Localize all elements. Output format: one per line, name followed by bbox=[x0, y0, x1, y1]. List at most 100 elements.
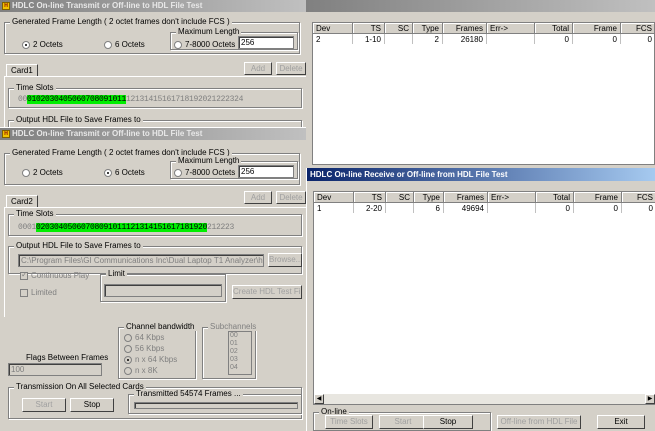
title-bar[interactable]: HDLC On-line Receive or Off-line from HD… bbox=[307, 168, 655, 181]
radio-6-octets[interactable]: 6 Octets bbox=[104, 168, 145, 177]
title-bar[interactable] bbox=[306, 0, 655, 12]
group-title: Maximum Length bbox=[176, 156, 242, 165]
table-cell: 1-10 bbox=[353, 34, 385, 44]
delete-button[interactable]: Delete bbox=[276, 191, 306, 204]
continuous-play-checkbox[interactable]: Continuous Play bbox=[20, 270, 89, 280]
radio-nx64kbps[interactable]: n x 64 Kbps bbox=[124, 355, 177, 364]
receive-table[interactable]: Dev TS SC Type Frames Err-> Total Frame … bbox=[313, 191, 655, 405]
table-header: Dev TS SC Type Frames Err-> Total Frame … bbox=[313, 23, 654, 34]
table-row[interactable]: 1 2-20 6 49694 0 0 0 bbox=[314, 203, 655, 213]
table-cell: 0 bbox=[536, 203, 574, 213]
radio-2-octets[interactable]: 2 Octets bbox=[22, 40, 63, 49]
radio-max-octets[interactable]: 7-8000 Octets bbox=[174, 168, 235, 177]
header-cell[interactable]: SC bbox=[386, 192, 414, 203]
time-slots-selector[interactable]: 0001020304050607080910111213141516171819… bbox=[18, 95, 243, 105]
limited-checkbox[interactable]: Limited bbox=[20, 288, 57, 297]
app-icon: H bbox=[2, 130, 10, 138]
add-button[interactable]: Add bbox=[244, 62, 272, 75]
horizontal-scrollbar[interactable]: ◀ ▶ bbox=[314, 394, 655, 404]
header-cell[interactable]: TS bbox=[353, 23, 385, 34]
table-cell: 2 bbox=[313, 34, 353, 44]
selected-slots: 0102030405060708091011 bbox=[27, 95, 127, 104]
radio-label: 6 Octets bbox=[115, 168, 145, 177]
tab-card2[interactable]: Card2 bbox=[6, 195, 38, 207]
scroll-right-icon[interactable]: ▶ bbox=[645, 394, 655, 404]
list-item[interactable]: 00 bbox=[230, 332, 251, 340]
radio-2-octets[interactable]: 2 Octets bbox=[22, 168, 63, 177]
list-item[interactable]: 04 bbox=[230, 364, 251, 372]
app-icon: H bbox=[2, 2, 10, 10]
max-length-input[interactable]: 256 bbox=[238, 165, 294, 178]
radio-nx8k[interactable]: n x 8K bbox=[124, 366, 158, 375]
table-cell bbox=[385, 34, 413, 44]
header-cell[interactable]: Dev bbox=[314, 192, 354, 203]
delete-button[interactable]: Delete bbox=[276, 62, 306, 75]
add-button[interactable]: Add bbox=[244, 191, 272, 204]
transmit-window-1: H HDLC On-line Transmit or Off-line to H… bbox=[0, 0, 306, 128]
header-cell[interactable]: Err-> bbox=[487, 23, 535, 34]
list-item[interactable]: 01 bbox=[230, 340, 251, 348]
header-cell[interactable]: Frame bbox=[574, 192, 622, 203]
group-title: Limit bbox=[106, 269, 127, 278]
unselected-slots: 12131415161718192021222324 bbox=[126, 95, 244, 104]
radio-dot-icon bbox=[22, 168, 30, 177]
table-cell: 0 bbox=[621, 34, 654, 44]
stop-button[interactable]: Stop bbox=[70, 398, 114, 412]
radio-dot-icon bbox=[174, 40, 182, 49]
tab-card1[interactable]: Card1 bbox=[6, 64, 38, 76]
header-cell[interactable]: Total bbox=[536, 192, 574, 203]
max-length-input[interactable]: 256 bbox=[238, 36, 294, 49]
start-button[interactable]: Start bbox=[22, 398, 66, 412]
header-cell[interactable]: Frames bbox=[444, 192, 488, 203]
start-button[interactable]: Start bbox=[379, 415, 427, 429]
create-test-file-button[interactable]: Create HDL Test File bbox=[232, 285, 302, 299]
output-file-path[interactable]: C:\Program Files\GI Communications Inc\D… bbox=[18, 254, 264, 267]
time-slots-selector[interactable]: 0001020304050607080910111213141516171819… bbox=[18, 223, 234, 233]
table-cell: 1 bbox=[314, 203, 354, 213]
radio-dot-icon bbox=[104, 168, 112, 177]
window-title: HDLC On-line Receive or Off-line from HD… bbox=[310, 170, 508, 179]
list-item[interactable]: 02 bbox=[230, 348, 251, 356]
radio-64kbps[interactable]: 64 Kbps bbox=[124, 333, 164, 342]
title-bar[interactable]: H HDLC On-line Transmit or Off-line to H… bbox=[0, 128, 306, 140]
scroll-left-icon[interactable]: ◀ bbox=[314, 394, 324, 404]
subchannels-list[interactable]: 00 01 02 03 04 bbox=[228, 331, 252, 375]
header-cell[interactable]: Frames bbox=[443, 23, 487, 34]
header-cell[interactable]: FCS bbox=[621, 23, 654, 34]
exit-button[interactable]: Exit bbox=[597, 415, 645, 429]
limit-input[interactable] bbox=[104, 284, 222, 297]
transmit-window-2: H HDLC On-line Transmit or Off-line to H… bbox=[0, 127, 306, 431]
table-cell: 49694 bbox=[444, 203, 488, 213]
header-cell[interactable]: Frame bbox=[573, 23, 621, 34]
table-cell bbox=[488, 203, 536, 213]
radio-6-octets[interactable]: 6 Octets bbox=[104, 40, 145, 49]
radio-label: 6 Octets bbox=[115, 40, 145, 49]
header-cell[interactable]: Type bbox=[414, 192, 444, 203]
radio-label: 2 Octets bbox=[33, 40, 63, 49]
time-slots-button[interactable]: Time Slots bbox=[325, 415, 373, 429]
browse-button[interactable]: Browse... bbox=[268, 253, 302, 267]
receive-window-2: HDLC On-line Receive or Off-line from HD… bbox=[306, 168, 655, 431]
table-cell: 6 bbox=[414, 203, 444, 213]
group-title: Generated Frame Length ( 2 octet frames … bbox=[10, 17, 232, 26]
header-cell[interactable]: SC bbox=[385, 23, 413, 34]
receive-table[interactable]: Dev TS SC Type Frames Err-> Total Frame … bbox=[312, 22, 655, 165]
table-header: Dev TS SC Type Frames Err-> Total Frame … bbox=[314, 192, 655, 203]
header-cell[interactable]: Type bbox=[413, 23, 443, 34]
group-title: Time Slots bbox=[14, 83, 56, 92]
header-cell[interactable]: Dev bbox=[313, 23, 353, 34]
header-cell[interactable]: Total bbox=[535, 23, 573, 34]
table-row[interactable]: 2 1-10 2 26180 0 0 0 bbox=[313, 34, 654, 44]
header-cell[interactable]: Err-> bbox=[488, 192, 536, 203]
header-cell[interactable]: TS bbox=[354, 192, 386, 203]
radio-dot-icon bbox=[124, 355, 132, 364]
offline-file-button[interactable]: Off-line from HDL File bbox=[497, 415, 581, 429]
flags-between-frames-input[interactable]: 100 bbox=[8, 363, 102, 376]
list-item[interactable]: 03 bbox=[230, 356, 251, 364]
radio-max-octets[interactable]: 7-8000 Octets bbox=[174, 40, 235, 49]
radio-56kbps[interactable]: 56 Kbps bbox=[124, 344, 164, 353]
header-cell[interactable]: FCS bbox=[622, 192, 655, 203]
stop-button[interactable]: Stop bbox=[423, 415, 473, 429]
title-bar[interactable]: H HDLC On-line Transmit or Off-line to H… bbox=[0, 0, 306, 12]
table-cell: 0 bbox=[573, 34, 621, 44]
